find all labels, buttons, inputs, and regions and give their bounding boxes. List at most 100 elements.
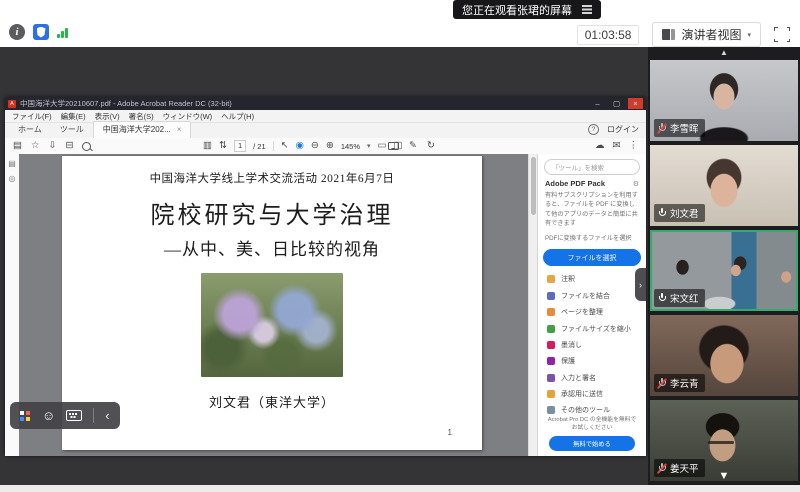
tabbar-right-group: ? ログイン [588,124,639,135]
tools-search-input[interactable]: 「ツール」を検索 [544,159,640,175]
tool-label: 墨消し [561,340,582,350]
layout-view-icon [662,29,675,40]
scroll-up-icon[interactable]: ▲ [720,48,728,57]
email-icon[interactable]: ✉ [613,139,621,153]
menu-file[interactable]: ファイル(F) [12,111,52,122]
scrollbar-thumb[interactable] [531,157,536,215]
shield-glyph [37,27,46,38]
slide-author: 刘文君（東洋大学） [62,392,482,411]
fill-sign-icon[interactable]: ✎ [409,139,417,153]
security-shield-icon[interactable] [33,24,49,40]
tab-tools[interactable]: ツール [51,122,93,138]
select-file-button[interactable]: ファイルを選択 [543,249,641,266]
send-review-icon [547,390,555,398]
panel-expand-handle[interactable]: › [635,268,646,301]
minimize-button[interactable]: – [590,98,605,109]
tool-item-send-review[interactable]: 承認用に送信 [538,386,646,402]
fullscreen-icon[interactable] [774,27,790,42]
mic-muted-icon [658,123,666,134]
tool-item-protect[interactable]: 保護 [538,353,646,369]
tool-item-combine[interactable]: ファイルを結合 [538,288,646,304]
slide-header: 中国海洋大学线上学术交流活动 2021年6月7日 [62,170,482,186]
mic-on-icon [658,293,666,304]
participant-video-4[interactable]: 李云青 [650,315,798,396]
page-count-label: / 21 [253,142,266,151]
apps-grid-icon[interactable] [20,411,24,415]
hand-tool-icon[interactable]: ◉ [296,139,304,153]
maximize-button[interactable]: ▢ [609,98,624,109]
menu-edit[interactable]: 編集(E) [61,111,86,122]
page-nav-icon[interactable]: ⇅ [219,139,227,153]
panel-promo: Acrobat Pro DC の全機能を無料でお試しください 無料で始める [543,416,641,451]
overlay-divider [93,408,94,423]
menu-sign[interactable]: 署名(S) [129,111,154,122]
menu-view[interactable]: 表示(V) [95,111,120,122]
acrobat-titlebar[interactable]: A 中国海洋大学20210607.pdf - Adobe Acrobat Rea… [5,97,646,110]
tool-item-organize[interactable]: ページを整理 [538,304,646,320]
speaker-view-button[interactable]: 演讲者视图 ▾ [652,22,761,47]
tool-label: 承認用に送信 [561,389,603,399]
zoom-in-icon[interactable]: ⊕ [326,139,334,153]
participant-name: 刘文君 [670,206,699,220]
menu-help[interactable]: ヘルプ(H) [221,111,254,122]
print-icon[interactable]: ⊟ [65,139,73,153]
zoom-out-icon[interactable]: ⊖ [311,139,319,153]
combine-files-icon [547,292,555,300]
collapse-toolbar-icon[interactable]: ‹ [105,409,109,422]
pdf-pack-link[interactable]: PDFに変換するファイルを選択 [545,233,639,242]
tool-label: 保護 [561,356,575,366]
zoom-caret-icon[interactable]: ▾ [367,142,371,150]
participant-name: 李雪晖 [670,121,699,135]
login-button[interactable]: ログイン [607,124,639,135]
tab-document[interactable]: 中国海洋大学202... × [93,121,192,138]
page-number-input[interactable]: 1 [234,140,246,152]
close-button[interactable]: × [628,98,643,109]
slide-subtitle: —从中、美、日比较的视角 [62,235,482,260]
promo-button[interactable]: 無料で始める [549,436,635,451]
tool-item-fill-sign[interactable]: 入力と署名 [538,369,646,385]
tab-home[interactable]: ホーム [9,122,51,138]
zoom-level-select[interactable]: 145% [341,142,360,151]
star-favorites-icon[interactable]: ☆ [31,139,40,153]
comment-icon[interactable] [388,142,399,150]
shared-screen-area: A 中国海洋大学20210607.pdf - Adobe Acrobat Rea… [0,47,648,485]
participant-video-1[interactable]: 李雪晖 [650,60,798,141]
bookmarks-panel-icon[interactable]: ▤ [8,159,16,168]
participant-badge: 宋文红 [654,289,705,307]
cloud-share-icon[interactable]: ☁ [595,139,605,153]
meeting-status-group: i [9,24,68,40]
watching-screen-label: 您正在观看张珺的屏幕 [462,2,572,18]
meeting-info-icon[interactable]: i [9,24,25,40]
participant-video-2[interactable]: 刘文君 [650,145,798,226]
tool-label: ファイルを結合 [561,291,610,301]
rotate-icon[interactable]: ↻ [427,139,435,153]
banner-menu-icon[interactable] [582,5,592,7]
more-options-icon[interactable]: ⋮ [629,139,639,153]
gear-icon[interactable]: ⚙ [633,180,639,188]
tool-item-redact[interactable]: 墨消し [538,337,646,353]
participant-badge: 刘文君 [654,204,705,222]
tool-item-comment[interactable]: 注釈 [538,271,646,287]
search-icon[interactable] [82,142,91,151]
tab-close-icon[interactable]: × [177,126,182,134]
attachments-panel-icon[interactable]: ◎ [9,174,16,183]
help-icon[interactable]: ? [588,124,599,135]
tool-label: 注釈 [561,274,575,284]
scroll-down-icon[interactable]: ▼ [719,470,730,482]
participant-video-3[interactable]: 宋文红 [650,230,798,311]
tool-item-compress[interactable]: ファイルサイズを縮小 [538,320,646,336]
save-file-icon[interactable]: ▤ [13,139,22,153]
captions-keyboard-icon[interactable] [66,410,82,421]
download-icon[interactable]: ⇩ [49,139,57,153]
menu-window[interactable]: ウィンドウ(W) [163,111,213,122]
meeting-window: 您正在观看张珺的屏幕 i 01:03:58 演讲者视图 ▾ A 中国海洋大学20… [0,0,800,492]
select-tool-icon[interactable]: ↖ [281,139,289,153]
mic-muted-icon [658,378,666,389]
emoji-reaction-icon[interactable]: ☺ [42,409,55,422]
chevron-down-icon: ▾ [747,31,751,39]
participant-video-5[interactable]: 姜天平 [650,400,798,481]
fit-page-icon[interactable]: ▭ [378,139,387,153]
comment-tool-icon [547,275,555,283]
watching-screen-banner[interactable]: 您正在观看张珺的屏幕 [453,0,601,19]
sidebar-toggle-icon[interactable]: ▥ [203,139,212,153]
